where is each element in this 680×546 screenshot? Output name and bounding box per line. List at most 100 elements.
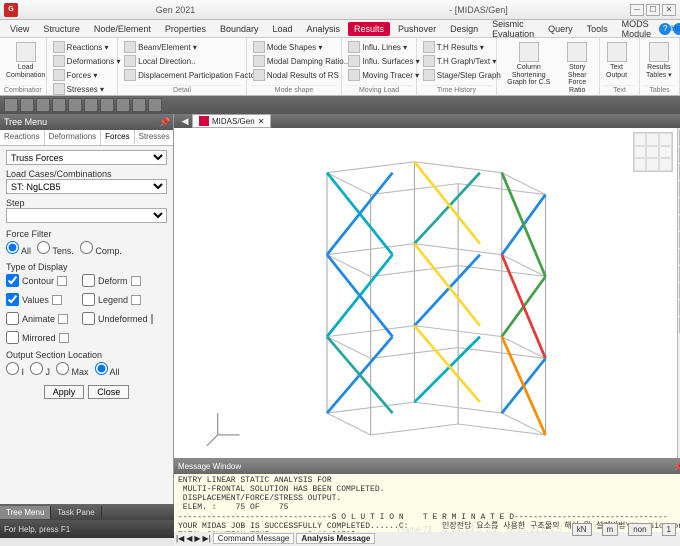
status-unit2[interactable]: m: [602, 523, 619, 536]
ribbon-modal-damping-ratio--button[interactable]: Modal Damping Ratio..: [251, 54, 350, 68]
msg-tab-nav[interactable]: |◀: [176, 534, 184, 543]
ribbon-displacement-participation-factor-button[interactable]: Displacement Participation Factor: [122, 68, 260, 82]
menu-query[interactable]: Query: [542, 22, 579, 36]
display-check[interactable]: [6, 274, 19, 287]
maximize-button[interactable]: ☐: [646, 4, 660, 16]
qat-icon[interactable]: [116, 98, 130, 112]
status-extra[interactable]: 1: [662, 523, 676, 536]
model-viewport[interactable]: [174, 128, 677, 458]
subtab-forces[interactable]: Forces: [101, 130, 134, 145]
output-radio[interactable]: [30, 362, 43, 375]
status-unit1[interactable]: kN: [572, 523, 592, 536]
display-check[interactable]: [6, 312, 19, 325]
display-opts-icon[interactable]: [58, 314, 68, 324]
bottom-tab-task-pane[interactable]: Task Pane: [51, 506, 101, 519]
menu-design[interactable]: Design: [444, 22, 484, 36]
help-label[interactable]: Help: [673, 23, 680, 35]
display-values[interactable]: Values: [6, 293, 76, 306]
filter-comp[interactable]: Comp.: [80, 241, 122, 256]
message-close-icon[interactable]: 📌 ✕: [674, 462, 680, 471]
display-opts-icon[interactable]: [131, 276, 141, 286]
filter-radio[interactable]: [80, 241, 93, 254]
output-j[interactable]: J: [30, 362, 50, 377]
ribbon-t-h-graph-text--button[interactable]: T.H Graph/Text ▾: [421, 54, 503, 68]
output-i[interactable]: I: [6, 362, 24, 377]
text-output-button[interactable]: TextOutput: [604, 40, 629, 85]
filter-radio[interactable]: [37, 241, 50, 254]
ribbon-reactions--button[interactable]: Reactions ▾: [51, 40, 123, 54]
menu-pushover[interactable]: Pushover: [392, 22, 442, 36]
ribbon-influ-lines--button[interactable]: Influ. Lines ▾: [346, 40, 421, 54]
ribbon-forces--button[interactable]: Forces ▾: [51, 68, 123, 82]
loadcase-select[interactable]: ST: NgLCB5: [6, 179, 167, 194]
display-check[interactable]: [82, 312, 95, 325]
truss-forces-combo[interactable]: Truss Forces: [6, 150, 167, 165]
ribbon-beam-element--button[interactable]: Beam/Element ▾: [122, 40, 260, 54]
ribbon-influ-surfaces--button[interactable]: Influ. Surfaces ▾: [346, 54, 421, 68]
display-deform[interactable]: Deform: [82, 274, 152, 287]
display-animate[interactable]: Animate: [6, 312, 76, 325]
filter-tens[interactable]: Tens.: [37, 241, 74, 256]
qat-icon[interactable]: [84, 98, 98, 112]
ribbon-t-h-results--button[interactable]: T.H Results ▾: [421, 40, 503, 54]
menu-node-element[interactable]: Node/Element: [88, 22, 157, 36]
ribbon-mode-shapes--button[interactable]: Mode Shapes ▾: [251, 40, 350, 54]
menu-mods-module[interactable]: MODS Module: [616, 17, 658, 41]
menu-tools[interactable]: Tools: [581, 22, 614, 36]
msg-tab-analysis-message[interactable]: Analysis Message: [296, 533, 375, 544]
menu-seismic-evaluation[interactable]: Seismic Evaluation: [486, 17, 540, 41]
column-shortening-button[interactable]: Column ShorteningGraph for C.S: [501, 40, 556, 96]
tab-prev-icon[interactable]: ◀: [178, 114, 192, 128]
qat-icon[interactable]: [68, 98, 82, 112]
load-combination-button[interactable]: LoadCombination: [4, 40, 47, 85]
display-opts-icon[interactable]: [59, 333, 69, 343]
story-shear-button[interactable]: Story ShearForce Ratio: [559, 40, 595, 96]
menu-structure[interactable]: Structure: [37, 22, 86, 36]
output-radio[interactable]: [56, 362, 69, 375]
qat-icon[interactable]: [148, 98, 162, 112]
display-check[interactable]: [6, 331, 19, 344]
apply-button[interactable]: Apply: [44, 385, 85, 399]
display-check[interactable]: [6, 293, 19, 306]
msg-tab-command-message[interactable]: Command Message: [213, 533, 295, 544]
qat-icon[interactable]: [20, 98, 34, 112]
display-contour[interactable]: Contour: [6, 274, 76, 287]
display-mirrored[interactable]: Mirrored: [6, 331, 76, 344]
help-icon[interactable]: ?: [659, 23, 671, 35]
step-select[interactable]: [6, 208, 167, 223]
subtab-stresses[interactable]: Stresses: [135, 130, 175, 145]
filter-all[interactable]: All: [6, 241, 31, 256]
ribbon-stresses--button[interactable]: Stresses ▾: [51, 82, 123, 96]
ribbon-deformations--button[interactable]: Deformations ▾: [51, 54, 123, 68]
qat-icon[interactable]: [52, 98, 66, 112]
output-radio[interactable]: [95, 362, 108, 375]
menu-view[interactable]: View: [4, 22, 35, 36]
qat-icon[interactable]: [100, 98, 114, 112]
ribbon-local-direction--button[interactable]: Local Direction..: [122, 54, 260, 68]
doc-tab[interactable]: MIDAS/Gen ✕: [192, 114, 271, 128]
subtab-reactions[interactable]: Reactions: [0, 130, 45, 145]
output-max[interactable]: Max: [56, 362, 89, 377]
minimize-button[interactable]: ─: [630, 4, 644, 16]
qat-icon[interactable]: [4, 98, 18, 112]
ribbon-moving-tracer--button[interactable]: Moving Tracer ▾: [346, 68, 421, 82]
output-radio[interactable]: [6, 362, 19, 375]
msg-tab-nav[interactable]: ▶: [194, 534, 200, 543]
display-legend[interactable]: Legend: [82, 293, 152, 306]
msg-tab-nav[interactable]: ◀: [186, 534, 192, 543]
output-all[interactable]: All: [95, 362, 120, 377]
display-opts-icon[interactable]: [57, 276, 67, 286]
qat-icon[interactable]: [132, 98, 146, 112]
menu-boundary[interactable]: Boundary: [214, 22, 265, 36]
menu-properties[interactable]: Properties: [159, 22, 212, 36]
results-tables-button[interactable]: ResultsTables ▾: [644, 40, 674, 85]
subtab-deformations[interactable]: Deformations: [45, 130, 102, 145]
close-form-button[interactable]: Close: [88, 385, 129, 399]
display-opts-icon[interactable]: [151, 314, 153, 324]
bottom-tab-tree-menu[interactable]: Tree Menu: [0, 506, 51, 519]
display-check[interactable]: [82, 274, 95, 287]
close-button[interactable]: ✕: [662, 4, 676, 16]
menu-load[interactable]: Load: [266, 22, 298, 36]
menu-analysis[interactable]: Analysis: [301, 22, 347, 36]
filter-radio[interactable]: [6, 241, 19, 254]
